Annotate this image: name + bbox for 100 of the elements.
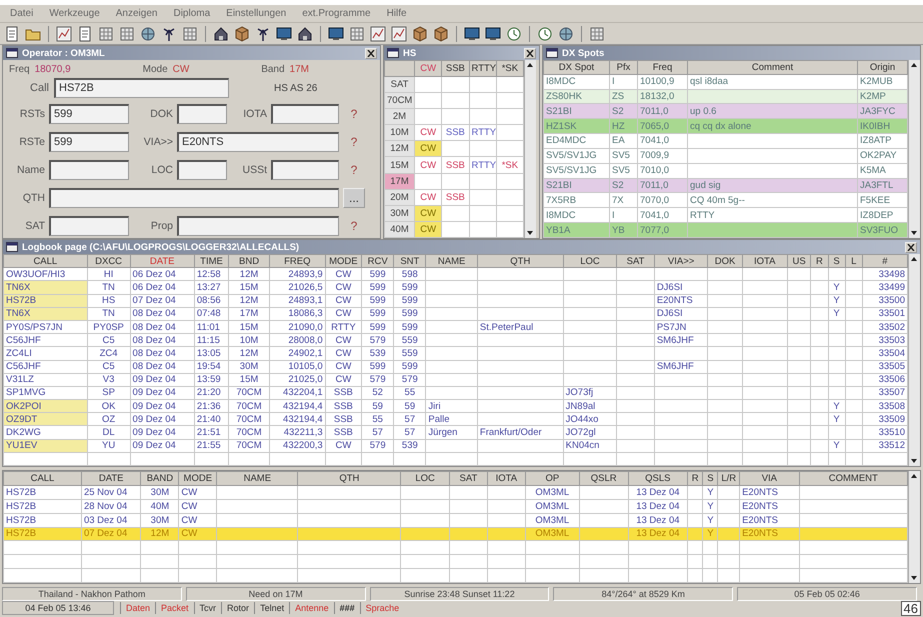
globe-icon[interactable] bbox=[558, 26, 574, 42]
column-header[interactable]: OP bbox=[525, 472, 580, 486]
column-header[interactable]: VIA>> bbox=[654, 254, 708, 268]
column-header[interactable]: Freq bbox=[638, 60, 688, 74]
input-field[interactable] bbox=[271, 104, 339, 124]
scrollbar-track[interactable] bbox=[908, 254, 920, 466]
globe-icon[interactable] bbox=[140, 26, 156, 42]
antenna-icon[interactable] bbox=[255, 26, 271, 42]
menu-item[interactable]: ext.Programme bbox=[302, 8, 371, 19]
clock-icon[interactable] bbox=[537, 26, 553, 42]
spot-row[interactable]: 7X5RB 7X 7070,0 CQ 40m 5g-- F5KEE bbox=[544, 192, 908, 208]
column-header[interactable]: LOC bbox=[563, 254, 617, 268]
column-header[interactable]: IOTA bbox=[742, 254, 788, 268]
band-label[interactable]: SAT bbox=[384, 76, 414, 93]
status-button[interactable]: Telnet bbox=[254, 602, 290, 614]
column-header[interactable]: TIME bbox=[194, 254, 229, 268]
spot-row[interactable]: SV5/SV1JG SV5 7009,9 OK2PAY bbox=[544, 148, 908, 164]
document-icon[interactable] bbox=[77, 26, 93, 42]
input-field[interactable] bbox=[177, 104, 227, 124]
column-header[interactable]: S bbox=[702, 472, 718, 486]
band-label[interactable]: 10M bbox=[384, 124, 414, 141]
column-header[interactable]: DOK bbox=[708, 254, 742, 268]
history-row[interactable]: HS72B 03 Dez 04 30M CW OM3ML 13 Dez 04 Y E20NTS bbox=[4, 513, 908, 527]
cube-icon[interactable] bbox=[234, 26, 250, 42]
spot-row[interactable]: ZS80HK ZS 18132,0 K2MP bbox=[544, 89, 908, 104]
monitor-icon[interactable] bbox=[485, 26, 501, 42]
column-header[interactable]: L bbox=[845, 254, 862, 268]
column-header[interactable]: MODE bbox=[178, 472, 217, 486]
grid-icon[interactable] bbox=[589, 26, 605, 42]
column-header[interactable]: COMMENT bbox=[799, 472, 908, 486]
band-label[interactable]: 12M bbox=[384, 140, 414, 157]
spot-row[interactable]: SV5/SV1JG SV5 7010,0 K5MA bbox=[544, 163, 908, 178]
input-field[interactable] bbox=[49, 160, 129, 180]
house-icon[interactable] bbox=[213, 26, 229, 42]
column-header[interactable]: R bbox=[688, 472, 703, 486]
status-button[interactable]: ### bbox=[334, 602, 360, 614]
cube-icon[interactable] bbox=[433, 26, 449, 42]
column-header[interactable]: DATE bbox=[81, 472, 141, 486]
column-header[interactable]: Origin bbox=[858, 60, 908, 74]
help-button[interactable]: ? bbox=[343, 132, 365, 152]
monitor-icon[interactable] bbox=[276, 26, 292, 42]
document-icon[interactable] bbox=[4, 26, 20, 42]
input-field[interactable] bbox=[49, 216, 129, 236]
column-header[interactable]: L/R bbox=[718, 472, 740, 486]
status-button[interactable]: Rotor bbox=[221, 602, 254, 614]
scrollbar-track[interactable] bbox=[908, 471, 920, 583]
column-header[interactable]: S bbox=[828, 254, 846, 268]
column-header[interactable]: SSB bbox=[442, 60, 469, 77]
input-field[interactable]: HS72B bbox=[54, 78, 229, 98]
column-header[interactable]: RTTY bbox=[469, 60, 496, 77]
column-header[interactable]: QSLR bbox=[579, 472, 628, 486]
column-header[interactable]: *SK bbox=[496, 60, 524, 77]
menu-item[interactable]: Einstellungen bbox=[226, 8, 286, 19]
band-label[interactable]: 17M bbox=[384, 173, 414, 190]
menu-item[interactable]: Hilfe bbox=[386, 8, 407, 19]
column-header[interactable]: R bbox=[810, 254, 828, 268]
band-label[interactable]: 40M bbox=[384, 221, 414, 238]
column-header[interactable]: QTH bbox=[298, 472, 401, 486]
house-icon[interactable] bbox=[297, 26, 313, 42]
spot-row[interactable]: I8MDC I 7041,0 RTTY IZ8DEP bbox=[544, 208, 908, 223]
clock-icon[interactable] bbox=[506, 26, 522, 42]
column-header[interactable]: MODE bbox=[325, 254, 362, 268]
close-button[interactable] bbox=[365, 48, 377, 58]
chart-icon[interactable] bbox=[391, 26, 407, 42]
chart-icon[interactable] bbox=[56, 26, 72, 42]
history-row[interactable]: HS72B 28 Nov 04 40M CW OM3ML 13 Dez 04 Y E20NTS bbox=[4, 499, 908, 514]
column-header[interactable]: DX Spot bbox=[544, 60, 610, 74]
menu-item[interactable]: Werkzeuge bbox=[49, 8, 100, 19]
column-header[interactable]: Pfx bbox=[610, 60, 638, 74]
column-header[interactable]: SAT bbox=[616, 254, 654, 268]
band-label[interactable]: 20M bbox=[384, 189, 414, 206]
help-button[interactable]: ? bbox=[343, 104, 365, 124]
history-row[interactable]: HS72B 25 Nov 04 30M CW OM3ML 13 Dez 04 Y E20NTS bbox=[4, 485, 908, 500]
close-button[interactable] bbox=[905, 242, 917, 252]
spot-row[interactable]: I8MDC I 10100,9 qsl i8daa K2MUB bbox=[544, 74, 908, 90]
input-field[interactable]: 599 bbox=[49, 104, 129, 124]
input-field[interactable]: 599 bbox=[49, 132, 129, 152]
cube-icon[interactable] bbox=[412, 26, 428, 42]
monitor-icon[interactable] bbox=[464, 26, 480, 42]
column-header[interactable]: FREQ bbox=[269, 254, 326, 268]
column-header[interactable]: SAT bbox=[449, 472, 488, 486]
input-field[interactable] bbox=[271, 160, 339, 180]
grid-icon[interactable] bbox=[182, 26, 198, 42]
grid-icon[interactable] bbox=[98, 26, 114, 42]
browse-button[interactable]: ... bbox=[343, 188, 365, 208]
column-header[interactable]: QTH bbox=[477, 254, 564, 268]
status-button[interactable]: Tcvr bbox=[194, 602, 222, 614]
band-label[interactable]: 70CM bbox=[384, 92, 414, 109]
monitor-icon[interactable] bbox=[328, 26, 344, 42]
column-header[interactable]: RCV bbox=[362, 254, 394, 268]
column-header[interactable]: CALL bbox=[4, 472, 82, 486]
help-button[interactable]: ? bbox=[343, 216, 365, 236]
input-field[interactable] bbox=[49, 188, 339, 208]
spot-row[interactable]: ED4MDC EA 7041,0 IZ8ATP bbox=[544, 134, 908, 148]
antenna-icon[interactable] bbox=[161, 26, 177, 42]
band-label[interactable]: 30M bbox=[384, 205, 414, 222]
column-header[interactable]: NAME bbox=[426, 254, 478, 268]
column-header[interactable]: Comment bbox=[688, 60, 858, 74]
grid-icon[interactable] bbox=[119, 26, 135, 42]
column-header[interactable]: NAME bbox=[216, 472, 298, 486]
